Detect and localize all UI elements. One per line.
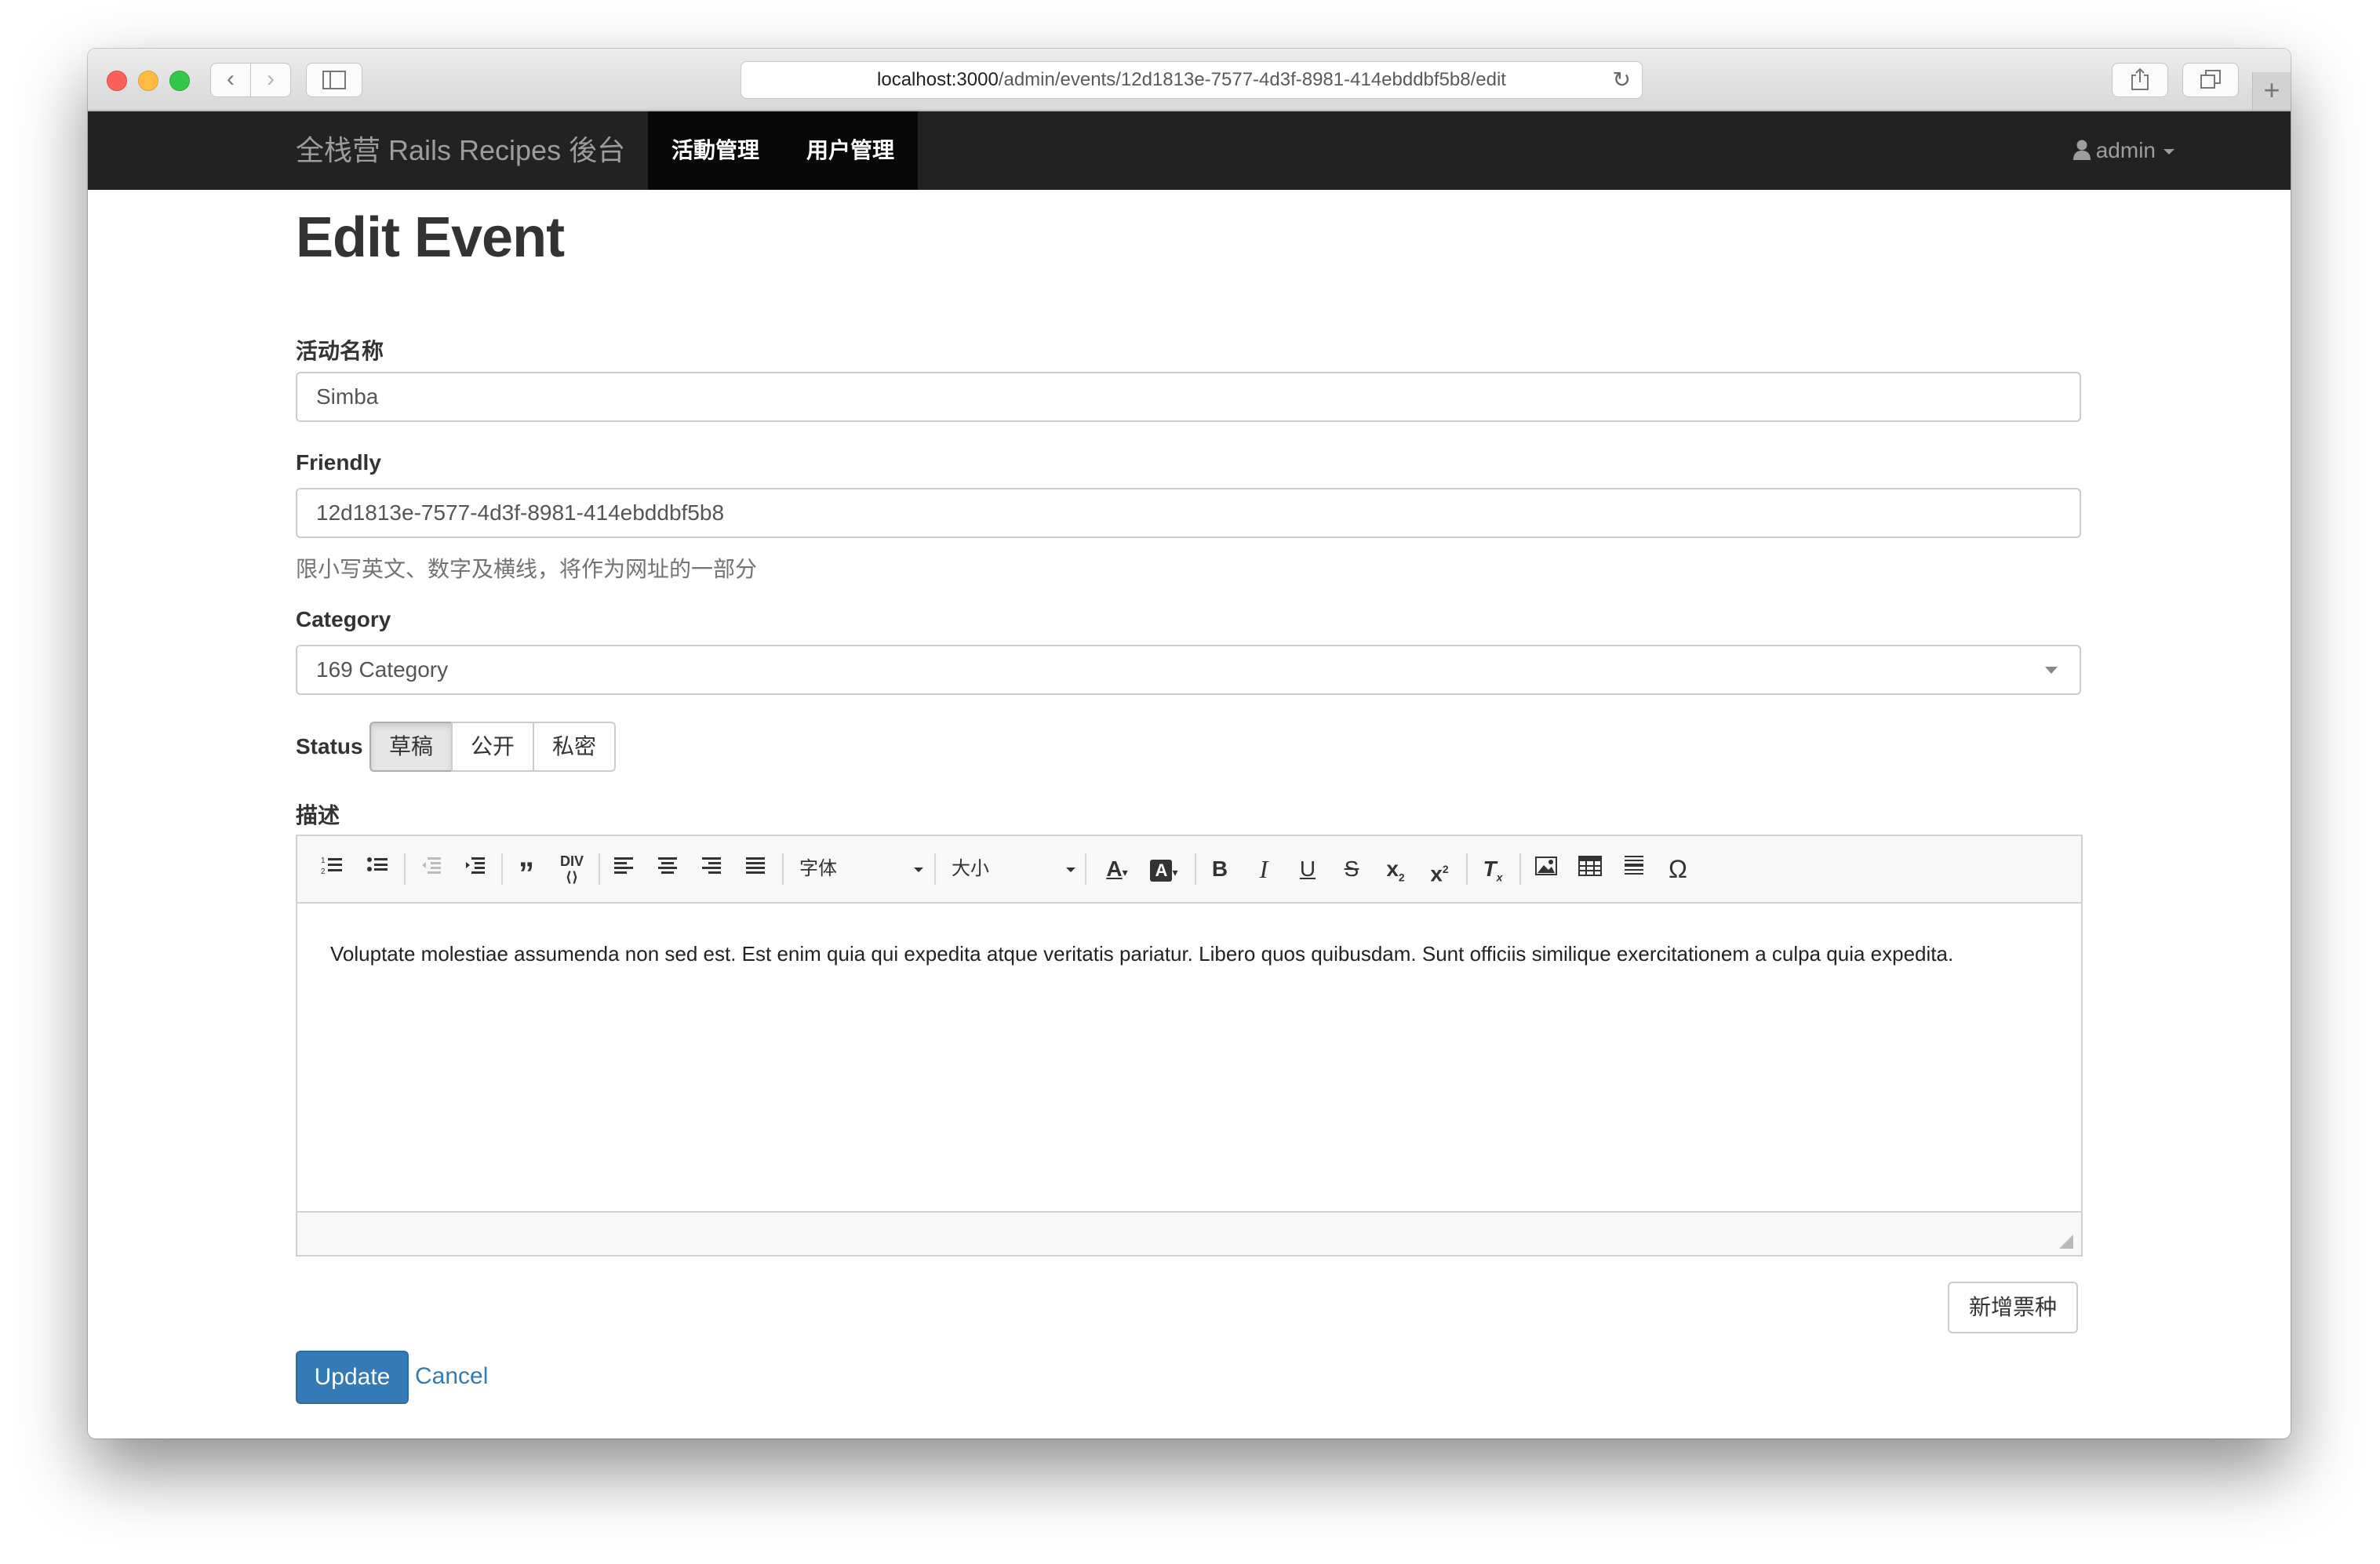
name-label: 活动名称 [296, 339, 384, 363]
share-icon [2131, 67, 2149, 90]
font-size-dropdown[interactable]: 大小 [952, 853, 1077, 885]
tabs-icon [2200, 70, 2221, 89]
browser-window: ‹ › localhost:3000/admin/events/12d1813e… [88, 49, 2291, 1439]
url-host: localhost:3000 [877, 69, 999, 90]
status-label: Status [296, 734, 363, 758]
image-icon[interactable] [1530, 853, 1562, 885]
horizontal-line-icon[interactable] [1618, 853, 1650, 885]
blockquote-icon[interactable]: ” [511, 853, 542, 891]
user-menu[interactable]: admin [1971, 111, 2174, 190]
reload-icon[interactable]: ↻ [1613, 62, 1631, 98]
editor-content[interactable]: Voluptate molestiae assumenda non sed es… [330, 940, 2056, 968]
create-div-icon[interactable]: DIV ⟨⟩ [556, 853, 588, 885]
font-family-label: 字体 [799, 858, 837, 879]
rich-text-editor: 12 ” DIV ⟨⟩ 字体 大小 A▾ A ▾ B I U S x2 x2 T… [296, 835, 2083, 1257]
align-right-icon[interactable] [696, 853, 727, 885]
svg-text:1: 1 [321, 857, 326, 865]
zoom-window-button[interactable] [169, 71, 190, 91]
friendly-help-text: 限小写英文、数字及横线，将作为网址的一部分 [296, 557, 758, 581]
indent-icon[interactable] [459, 853, 490, 885]
friendly-label: Friendly [296, 450, 381, 475]
cancel-link[interactable]: Cancel [415, 1363, 488, 1390]
justify-icon[interactable] [740, 853, 771, 885]
font-size-label: 大小 [952, 858, 989, 879]
nav-item-events[interactable]: 活動管理 [648, 111, 783, 190]
description-label: 描述 [296, 803, 340, 827]
subscript-icon[interactable]: x2 [1380, 853, 1411, 885]
address-bar[interactable]: localhost:3000/admin/events/12d1813e-757… [741, 61, 1643, 99]
editor-toolbar: 12 ” DIV ⟨⟩ 字体 大小 A▾ A ▾ B I U S x2 x2 T… [297, 836, 2081, 904]
update-button[interactable]: Update [296, 1351, 409, 1404]
numbered-list-icon[interactable]: 12 [316, 853, 348, 885]
friendly-input[interactable] [296, 488, 2081, 538]
share-button[interactable] [2112, 63, 2168, 97]
new-tab-button[interactable]: + [2252, 72, 2291, 110]
outdent-icon[interactable] [415, 853, 446, 885]
caret-down-icon [914, 867, 923, 872]
page-title: Edit Event [296, 206, 565, 269]
chevron-left-icon: ‹ [227, 66, 235, 92]
browser-titlebar: ‹ › localhost:3000/admin/events/12d1813e… [88, 49, 2291, 111]
text-color-icon[interactable]: A▾ [1096, 853, 1138, 885]
add-ticket-type-button[interactable]: 新增票种 [1948, 1282, 2078, 1333]
back-button[interactable]: ‹ [210, 63, 251, 97]
italic-icon[interactable]: I [1248, 853, 1279, 885]
caret-down-icon [1066, 867, 1075, 872]
nav-item-users[interactable]: 用户管理 [783, 111, 918, 190]
resize-handle-icon[interactable] [2059, 1235, 2073, 1249]
align-left-icon[interactable] [608, 853, 639, 885]
category-label: Category [296, 607, 391, 631]
status-option-draft[interactable]: 草稿 [369, 722, 453, 772]
background-color-icon[interactable]: A ▾ [1143, 853, 1185, 885]
align-center-icon[interactable] [652, 853, 683, 885]
special-char-icon[interactable]: Ω [1662, 853, 1694, 885]
strikethrough-icon[interactable]: S [1336, 853, 1367, 885]
editor-footer [297, 1211, 2081, 1255]
status-option-public[interactable]: 公开 [451, 722, 534, 772]
close-window-button[interactable] [107, 71, 127, 91]
bold-icon[interactable]: B [1204, 853, 1235, 885]
forward-button[interactable]: › [250, 63, 291, 97]
minimize-window-button[interactable] [138, 71, 158, 91]
table-icon[interactable] [1574, 853, 1606, 885]
status-toggle-group: 草稿 公开 私密 [369, 722, 616, 772]
status-option-private[interactable]: 私密 [533, 722, 616, 772]
underline-icon[interactable]: U [1292, 853, 1323, 885]
font-family-dropdown[interactable]: 字体 [799, 853, 925, 885]
user-name: admin [2095, 138, 2156, 162]
remove-format-icon[interactable]: Tx [1477, 853, 1508, 885]
chevron-right-icon: › [267, 66, 275, 92]
url-path: /admin/events/12d1813e-7577-4d3f-8981-41… [998, 69, 1506, 90]
show-tabs-button[interactable] [2182, 63, 2239, 97]
caret-down-icon [2163, 149, 2174, 155]
caret-down-icon [2045, 667, 2058, 674]
brand-link[interactable]: 全栈营 Rails Recipes 後台 [296, 111, 625, 190]
app-navbar: 全栈营 Rails Recipes 後台 活動管理 用户管理 admin [88, 111, 2291, 190]
name-input[interactable] [296, 372, 2081, 422]
user-icon [2072, 140, 2091, 160]
bulleted-list-icon[interactable] [362, 853, 393, 885]
sidebar-icon [322, 71, 346, 89]
superscript-icon[interactable]: x2 [1424, 853, 1455, 886]
category-selected-value: 169 Category [316, 657, 449, 682]
svg-text:2: 2 [321, 867, 326, 876]
category-select[interactable]: 169 Category [296, 645, 2081, 695]
plus-icon: + [2263, 74, 2280, 106]
sidebar-toggle-button[interactable] [306, 63, 362, 97]
